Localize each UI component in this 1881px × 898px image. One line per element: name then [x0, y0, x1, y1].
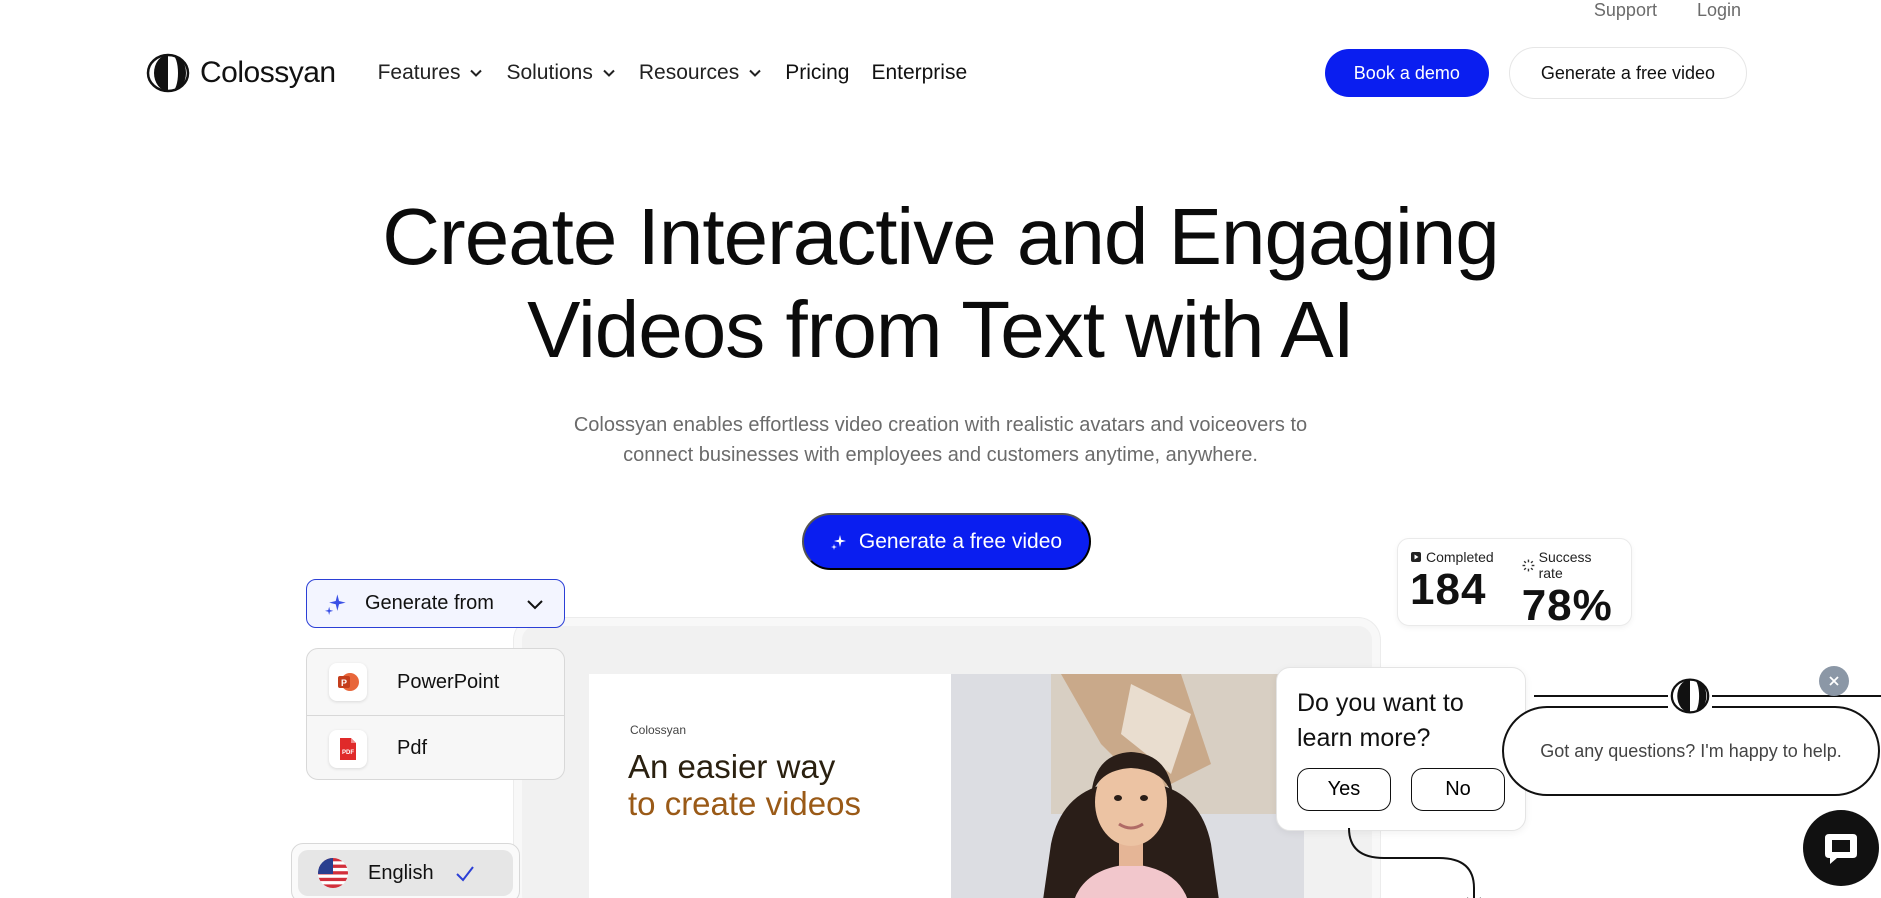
nav-resources-label: Resources	[638, 61, 740, 84]
hero-subtitle: Colossyan enables effortless video creat…	[0, 410, 1881, 470]
option-pdf-label: Pdf	[397, 737, 428, 759]
hero-subtitle-line1: Colossyan enables effortless video creat…	[573, 414, 1308, 436]
chat-close-button[interactable]	[1819, 666, 1849, 696]
stat-completed-value: 184	[1410, 565, 1487, 614]
nav-solutions[interactable]: Solutions	[506, 61, 616, 85]
slide-brand: Colossyan	[630, 723, 687, 737]
learn-more-question: Do you want to learn more?	[1297, 689, 1464, 752]
powerpoint-icon: P	[329, 663, 367, 701]
close-icon	[1829, 676, 1839, 686]
utility-links: Support Login	[1594, 0, 1741, 21]
slide-headline: An easier way to create videos	[628, 748, 861, 822]
slide-headline-line1: An easier way	[628, 748, 836, 785]
nav-pricing-label: Pricing	[785, 61, 850, 84]
language-label: English	[368, 861, 434, 884]
nav-actions: Book a demo Generate a free video	[1324, 47, 1747, 99]
generate-from-dropdown[interactable]: Generate from	[306, 579, 565, 628]
no-button[interactable]: No	[1411, 768, 1505, 811]
chevron-down-icon	[603, 69, 615, 77]
avatar-video[interactable]	[951, 674, 1304, 898]
nav-pricing[interactable]: Pricing	[785, 61, 849, 85]
logo[interactable]: Colossyan	[146, 53, 336, 93]
option-pdf[interactable]: PDF Pdf	[307, 715, 564, 779]
login-link[interactable]: Login	[1697, 0, 1741, 21]
sparkle-icon	[325, 593, 346, 615]
hero-title: Create Interactive and Engaging Videos f…	[0, 190, 1881, 376]
learn-more-card: Do you want to learn more? Yes No	[1276, 667, 1526, 831]
generate-free-video-cta[interactable]: Generate a free video	[802, 513, 1091, 570]
generate-from-label: Generate from	[365, 592, 494, 614]
generate-free-video-nav-button[interactable]: Generate a free video	[1508, 47, 1747, 99]
option-powerpoint-label: PowerPoint	[397, 670, 500, 693]
hero-subtitle-line2: connect businesses with employees and cu…	[623, 444, 1258, 466]
support-link[interactable]: Support	[1594, 0, 1657, 21]
slide-headline-line2: to create videos	[628, 785, 861, 822]
language-option-selected[interactable]: English	[298, 850, 513, 896]
stats-card: Completed 184 Success rate 78%	[1397, 538, 1632, 630]
hero-title-line2: Videos from Text with AI	[527, 285, 1355, 374]
avatar-image	[951, 674, 1304, 898]
nav-solutions-label: Solutions	[506, 61, 593, 84]
generate-from-options: P PowerPoint PDF Pdf	[306, 648, 565, 780]
us-flag-icon	[318, 858, 348, 888]
chevron-down-icon	[470, 69, 483, 77]
nav-enterprise-label: Enterprise	[871, 61, 968, 84]
stat-success-label: Success rate	[1538, 549, 1592, 581]
nav-enterprise[interactable]: Enterprise	[871, 61, 967, 85]
nav-features-label: Features	[377, 61, 461, 84]
chevron-down-icon	[527, 599, 543, 609]
cta-label: Generate a free video	[858, 529, 1063, 553]
chat-message: Got any questions? I'm happy to help.	[1540, 740, 1842, 761]
colossyan-logo-icon	[146, 53, 190, 93]
svg-text:P: P	[341, 678, 347, 688]
stat-completed-label: Completed	[1426, 549, 1494, 565]
stat-completed: Completed 184	[1410, 549, 1494, 615]
pdf-icon: PDF	[329, 729, 367, 768]
nav-features[interactable]: Features	[378, 61, 485, 85]
chat-bubble-icon	[1825, 834, 1857, 864]
logo-text: Colossyan	[200, 56, 336, 89]
video-icon	[1411, 552, 1421, 562]
language-selector[interactable]: English	[291, 843, 520, 898]
option-powerpoint[interactable]: P PowerPoint	[307, 649, 564, 715]
curved-arrow-icon	[1348, 828, 1481, 898]
main-nav: Colossyan Features Solutions Resources P…	[146, 44, 1747, 102]
book-demo-button[interactable]: Book a demo	[1324, 49, 1489, 97]
chat-greeting-bubble[interactable]: Got any questions? I'm happy to help.	[1502, 706, 1880, 796]
chevron-down-icon	[749, 69, 761, 77]
hero-title-line1: Create Interactive and Engaging	[382, 192, 1499, 281]
checkmark-icon	[455, 866, 474, 882]
loading-icon	[1522, 559, 1535, 571]
sparkle-icon	[830, 534, 846, 550]
yes-button[interactable]: Yes	[1297, 768, 1391, 811]
stat-success-value: 78%	[1521, 581, 1613, 630]
chat-launcher-button[interactable]	[1803, 810, 1879, 886]
nav-resources[interactable]: Resources	[639, 61, 763, 85]
nav-menu: Features Solutions Resources Pricing Ent…	[378, 61, 970, 85]
colossyan-logo-icon	[1670, 678, 1710, 714]
chat-logo	[1668, 676, 1712, 716]
stat-success: Success rate 78%	[1522, 549, 1619, 630]
svg-text:PDF: PDF	[342, 750, 354, 756]
